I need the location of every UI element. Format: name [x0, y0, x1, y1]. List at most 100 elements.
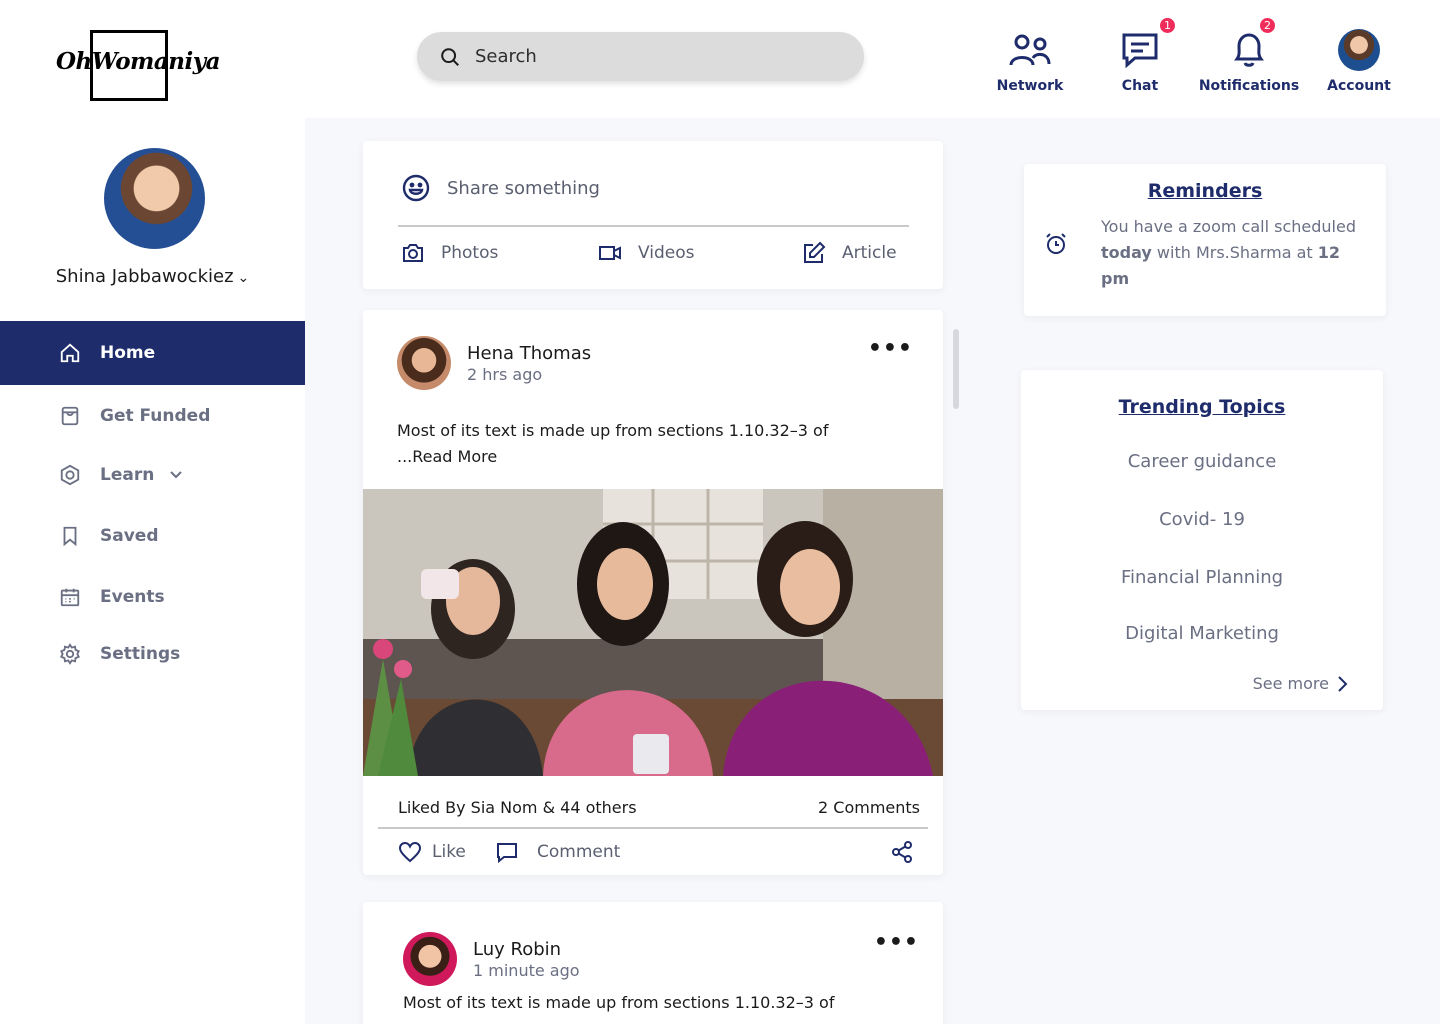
composer-divider	[398, 225, 909, 227]
post-divider	[378, 827, 928, 829]
sidebar-item-settings[interactable]: Settings	[0, 624, 305, 684]
post-time: 1 minute ago	[473, 960, 580, 980]
chat-badge: 1	[1158, 16, 1177, 35]
camera-icon	[403, 244, 423, 262]
heart-icon	[398, 841, 422, 863]
comment-label: Comment	[537, 842, 621, 862]
feed-scrollbar[interactable]	[953, 329, 959, 409]
emoji-icon	[402, 174, 430, 202]
sidebar-item-get-funded[interactable]: Get Funded	[0, 386, 305, 446]
nav-chat-label: Chat	[1121, 78, 1159, 94]
photos-button[interactable]: Photos	[401, 241, 498, 265]
nav-account[interactable]: Account	[1299, 29, 1419, 94]
trending-title[interactable]: Trending Topics	[1021, 396, 1383, 418]
alarm-clock-icon	[1046, 233, 1066, 254]
edit-icon	[804, 241, 826, 263]
author-avatar[interactable]	[403, 932, 457, 986]
search-input[interactable]	[475, 46, 835, 67]
post-text: Most of its text is made up from section…	[403, 993, 835, 1012]
brand-logo[interactable]: OhWomaniya	[56, 30, 221, 102]
article-label: Article	[842, 243, 897, 263]
trending-topic[interactable]: Career guidance	[1021, 451, 1383, 472]
profile-name-dropdown[interactable]: Shina Jabbawockiez ⌄	[0, 266, 305, 287]
comments-count[interactable]: 2 Comments	[818, 798, 920, 817]
nav-notifications-label: Notifications	[1198, 78, 1300, 94]
share-button[interactable]	[890, 840, 924, 864]
video-icon	[599, 246, 621, 260]
nav-notifications[interactable]: 2 Notifications	[1189, 16, 1309, 94]
network-icon	[1009, 34, 1051, 66]
share-placeholder: Share something	[447, 177, 600, 199]
sidebar: Shina Jabbawockiez ⌄ Home Get Funded Lear…	[0, 118, 305, 1024]
reminders-title[interactable]: Reminders	[1024, 180, 1386, 202]
post-image[interactable]	[363, 489, 943, 776]
like-button[interactable]: Like	[398, 840, 466, 864]
chevron-down-icon: ⌄	[237, 270, 250, 286]
likes-summary[interactable]: Liked By Sia Nom & 44 others	[398, 798, 637, 817]
wallet-icon	[61, 406, 79, 426]
chevron-right-icon	[1338, 675, 1348, 692]
bell-icon	[1234, 33, 1264, 67]
more-options-icon[interactable]: •••	[868, 336, 913, 361]
sidebar-item-label: Home	[100, 343, 156, 363]
reminder-bold-a: today	[1101, 243, 1152, 262]
post-header: Luy Robin 1 minute ago	[403, 932, 580, 986]
search-bar[interactable]	[417, 32, 864, 81]
post-text-line: Most of its text is made up from section…	[397, 421, 829, 440]
read-more-link[interactable]: ...Read More	[397, 444, 867, 470]
reminders-card: Reminders You have a zoom call scheduled…	[1024, 164, 1386, 316]
author-name[interactable]: Hena Thomas	[467, 343, 591, 364]
chat-icon	[1122, 33, 1158, 68]
post-header: Hena Thomas 2 hrs ago	[397, 336, 591, 390]
author-name[interactable]: Luy Robin	[473, 939, 580, 960]
reminder-text-a: You have a zoom call scheduled	[1101, 217, 1356, 236]
nav-chat[interactable]: 1 Chat	[1080, 16, 1200, 94]
nav-network-label: Network	[996, 78, 1064, 94]
photos-label: Photos	[441, 243, 499, 263]
more-options-icon[interactable]: •••	[874, 930, 919, 955]
notifications-badge: 2	[1258, 16, 1277, 35]
author-avatar[interactable]	[397, 336, 451, 390]
trending-topic[interactable]: Financial Planning	[1021, 567, 1383, 588]
sidebar-item-label: Learn	[100, 465, 155, 485]
like-label: Like	[432, 842, 466, 862]
see-more-link[interactable]: See more	[1253, 674, 1349, 693]
sidebar-item-home[interactable]: Home	[0, 321, 305, 385]
comment-button[interactable]: Comment	[495, 840, 620, 864]
videos-button[interactable]: Videos	[598, 241, 695, 265]
nav-network[interactable]: Network	[970, 30, 1090, 94]
sidebar-item-events[interactable]: Events	[0, 567, 305, 627]
share-input[interactable]: Share something	[401, 173, 600, 203]
trending-topics-card: Trending Topics Career guidance Covid- 1…	[1021, 370, 1383, 710]
profile-avatar[interactable]	[104, 148, 205, 249]
reminder-text-b: with Mrs.Sharma at	[1151, 243, 1318, 262]
profile-name: Shina Jabbawockiez	[55, 266, 234, 287]
nav-account-label: Account	[1327, 78, 1391, 94]
reminder-text: You have a zoom call scheduled today wit…	[1101, 214, 1373, 292]
post-text: Most of its text is made up from section…	[397, 418, 867, 470]
article-button[interactable]: Article	[802, 241, 897, 265]
learn-icon	[60, 464, 80, 486]
post-stats: Liked By Sia Nom & 44 others 2 Comments	[398, 798, 920, 817]
trending-topic[interactable]: Digital Marketing	[1021, 623, 1383, 644]
post-card: Luy Robin 1 minute ago ••• Most of its t…	[363, 902, 943, 1024]
sidebar-item-label: Get Funded	[100, 406, 211, 426]
calendar-icon	[60, 588, 80, 607]
sidebar-item-label: Settings	[100, 644, 181, 664]
chevron-down-icon[interactable]	[168, 467, 184, 483]
top-bar: OhWomaniya Network 1 Chat 2 Notification…	[0, 0, 1440, 118]
gear-icon	[60, 643, 80, 665]
trending-topic[interactable]: Covid- 19	[1021, 509, 1383, 530]
post-composer: Share something Photos Videos Article	[363, 141, 943, 289]
sidebar-item-label: Events	[100, 587, 165, 607]
post-time: 2 hrs ago	[467, 364, 543, 384]
post-photo	[363, 489, 943, 776]
sidebar-item-saved[interactable]: Saved	[0, 506, 305, 566]
post-card: Hena Thomas 2 hrs ago ••• Most of its te…	[363, 310, 943, 875]
home-icon	[60, 343, 80, 363]
see-more-label: See more	[1252, 674, 1329, 693]
sidebar-item-label: Saved	[100, 526, 159, 546]
videos-label: Videos	[638, 243, 695, 263]
sidebar-item-learn[interactable]: Learn	[0, 445, 305, 505]
comment-icon	[497, 843, 517, 864]
